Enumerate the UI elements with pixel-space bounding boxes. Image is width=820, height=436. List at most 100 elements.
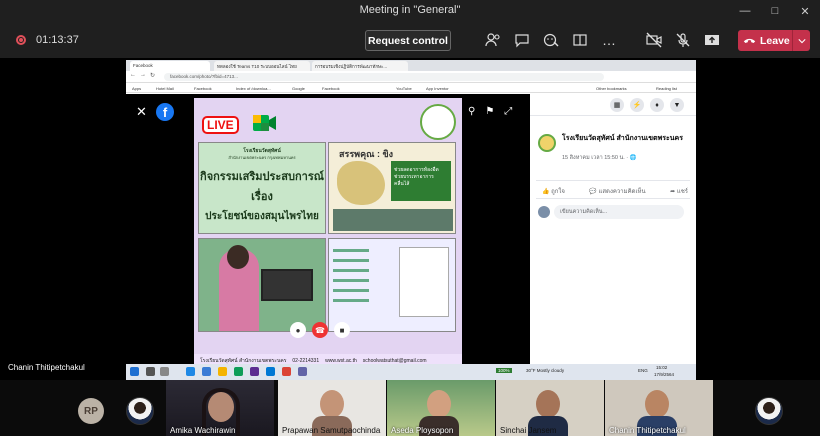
chat-line — [333, 269, 369, 272]
zoom-icon[interactable]: ⚲ — [468, 106, 475, 117]
browser-tab[interactable]: การอบรมเชิงปฏิบัติการพัฒนาทักษะ... — [312, 61, 408, 71]
chat-line — [333, 289, 369, 292]
request-control-button[interactable]: Request control — [365, 30, 451, 51]
facebook-logo-icon[interactable]: f — [156, 103, 174, 121]
participant-video-tile[interactable]: Sinchai Jansem — [496, 380, 604, 436]
reading-list[interactable]: Reading list — [656, 86, 677, 91]
clock-time[interactable]: 15:02 — [656, 365, 667, 370]
edge-icon[interactable] — [186, 367, 195, 376]
school-emblem-icon — [420, 104, 456, 140]
comment-label: แสดงความคิดเห็น — [598, 189, 646, 195]
participant-face — [536, 390, 560, 418]
participant-face — [645, 390, 669, 418]
fullscreen-icon[interactable]: ⤢ — [504, 106, 512, 117]
page-avatar[interactable] — [538, 134, 556, 152]
folder-icon[interactable] — [218, 367, 227, 376]
notifications-icon[interactable]: ♦ — [650, 98, 664, 112]
reactions-icon[interactable] — [542, 31, 560, 49]
bookmark[interactable]: YouTube — [396, 86, 412, 91]
participant-video-tile[interactable]: Prapawan Samutpaochinda — [278, 380, 386, 436]
bookmark[interactable]: Google — [292, 86, 305, 91]
browser-tab-strip: Facebook ทดลองใช้ Teams T10 ระบบออนไลน์ … — [126, 60, 696, 71]
fb-post-sidebar: ▦ ⚡ ♦ ▼ โรงเรียนวัดสุทัศน์ สำนักงานเขตพร… — [530, 94, 696, 372]
bookmark[interactable]: Apps — [132, 86, 141, 91]
chevron-down-icon[interactable] — [792, 30, 810, 51]
share-button[interactable]: ➦ แชร์ — [670, 186, 688, 196]
weather-widget[interactable]: 30°F Mostly cloudy — [526, 368, 564, 373]
close-icon[interactable]: ✕ — [790, 0, 820, 22]
comment-button[interactable]: 💬 แสดงความคิดเห็น — [589, 186, 645, 196]
chrome-icon[interactable] — [282, 367, 291, 376]
bookmark[interactable]: Facebook — [194, 86, 212, 91]
participants-icon[interactable] — [484, 31, 502, 49]
browser-tab[interactable]: Facebook — [130, 61, 210, 71]
camera-off-icon[interactable] — [645, 31, 663, 49]
shared-screen: Facebook ทดลองใช้ Teams T10 ระบบออนไลน์ … — [126, 60, 696, 380]
maximize-icon[interactable]: □ — [760, 0, 790, 22]
bookmark[interactable]: Index of /downloa... — [236, 86, 271, 91]
outlook-icon[interactable] — [266, 367, 275, 376]
teams-icon[interactable] — [298, 367, 307, 376]
participant-avatar[interactable] — [126, 397, 154, 425]
language-indicator[interactable]: ENG — [638, 368, 648, 373]
participant-avatar[interactable]: RP — [78, 398, 104, 424]
hang-up-icon — [738, 34, 760, 47]
chat-icon[interactable] — [513, 31, 531, 49]
meeting-toolbar: 01:13:37 Request control … Leave — [0, 22, 820, 58]
tag-icon[interactable]: ⚑ — [485, 106, 494, 117]
photo-poster: LIVE โรงเรียนวัดสุทัศน์ สำนักงานเขตพระนค… — [194, 98, 462, 368]
task-view-icon[interactable] — [160, 367, 169, 376]
mic-icon: ● — [290, 322, 306, 338]
herb-note: ช่วยลดอาการท้องอืด ช่วยบรรเทาอาการคลื่นไ… — [391, 161, 451, 201]
activity-title-panel: โรงเรียนวัดสุทัศน์ สำนักงานเขตพระนคร กรุ… — [198, 142, 326, 234]
teacher-head — [227, 245, 249, 269]
browser-tab[interactable]: ทดลองใช้ Teams T10 ระบบออนไลน์ ไทย — [214, 61, 310, 71]
participant-name: Amika Wachirawin — [170, 426, 236, 435]
messenger-icon[interactable]: ⚡ — [630, 98, 644, 112]
participant-video-tile[interactable]: Aseda Ploysopon — [387, 380, 495, 436]
excel-icon[interactable] — [234, 367, 243, 376]
activity-title-line1: กิจกรรมเสริมประสบการณ์ — [200, 171, 324, 183]
reload-icon[interactable]: ↻ — [150, 72, 155, 79]
window-controls: — □ ✕ — [730, 0, 820, 22]
rooms-icon[interactable] — [571, 31, 589, 49]
page-name[interactable]: โรงเรียนวัดสุทัศน์ สำนักงานเขตพระนคร — [562, 134, 692, 143]
leave-button[interactable]: Leave — [738, 30, 810, 51]
like-button[interactable]: 👍 ถูกใจ — [542, 186, 565, 196]
meeting-timer: 01:13:37 — [36, 34, 79, 46]
bookmark[interactable]: Facebook — [322, 86, 340, 91]
call-controls: ● ☎ ■ — [290, 322, 350, 338]
participant-video-tile[interactable]: Chanin Thitipetchakul — [605, 380, 713, 436]
comment-input[interactable]: เขียนความคิดเห็น... — [554, 205, 684, 219]
mic-off-icon[interactable] — [674, 31, 692, 49]
word-icon[interactable] — [202, 367, 211, 376]
back-icon[interactable]: ← — [130, 72, 136, 78]
chat-line — [333, 259, 369, 262]
activity-title-line3: ประโยชน์ของสมุนไพรไทย — [205, 211, 319, 222]
close-icon[interactable]: ✕ — [136, 104, 147, 120]
teacher-photo-panel — [198, 238, 326, 332]
participant-avatar[interactable] — [755, 397, 783, 425]
forward-icon[interactable]: → — [140, 72, 146, 78]
windows-start-icon[interactable] — [130, 367, 139, 376]
menu-grid-icon[interactable]: ▦ — [610, 98, 624, 112]
bookmark[interactable]: App Inventor — [426, 86, 449, 91]
chat-line — [333, 249, 369, 252]
meeting-stage: Facebook ทดลองใช้ Teams T10 ระบบออนไลน์ … — [0, 58, 820, 380]
participant-face — [320, 390, 344, 418]
account-menu-icon[interactable]: ▼ — [670, 98, 684, 112]
bookmark[interactable]: Hotel Mail — [156, 86, 174, 91]
clock-date[interactable]: 17/9/2564 — [654, 372, 674, 377]
bookmarks-bar: Apps Hotel Mail Facebook Index of /downl… — [126, 84, 696, 93]
bookmark-other[interactable]: Other bookmarks — [596, 86, 627, 91]
search-icon[interactable] — [146, 367, 155, 376]
minimize-icon[interactable]: — — [730, 0, 760, 22]
participant-face — [427, 390, 451, 418]
participant-video-tile[interactable]: Amika Wachirawin — [166, 380, 274, 436]
more-options-icon[interactable]: … — [600, 31, 618, 49]
post-date[interactable]: 15 สิงหาคม เวลา 15:50 น. · 🌐 — [562, 154, 637, 162]
photo-tools: ⚲ ⚑ ⤢ — [468, 106, 512, 117]
share-tray-icon[interactable] — [703, 31, 721, 49]
onenote-icon[interactable] — [250, 367, 259, 376]
url-field[interactable]: facebook.com/photo/?fbid=4713... — [164, 73, 604, 81]
